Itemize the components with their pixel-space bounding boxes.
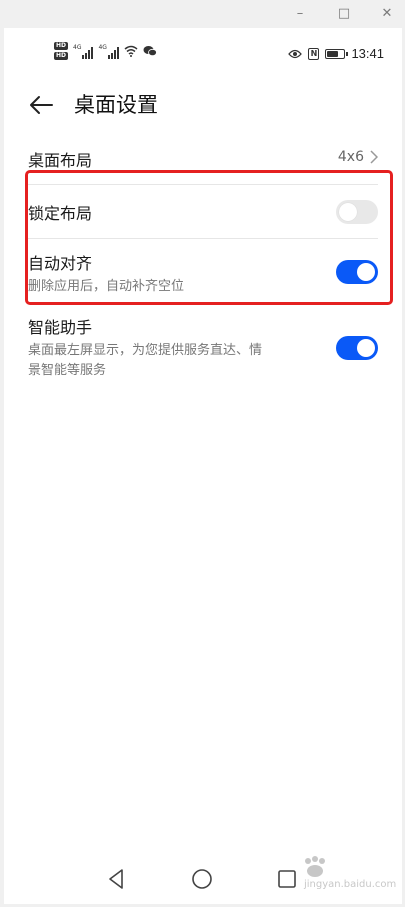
maximize-button[interactable]: □: [334, 4, 354, 24]
setting-smart-assistant[interactable]: 智能助手 桌面最左屏显示，为您提供服务直达、情 景智能等服务: [28, 314, 378, 384]
chevron-right-icon: [370, 150, 378, 164]
close-button[interactable]: ✕: [377, 4, 397, 24]
clock: 13:41: [351, 46, 384, 61]
layout-value: 4x6: [338, 149, 378, 165]
battery-level: [327, 50, 339, 57]
status-left: HD HD 4G 4G: [54, 42, 157, 60]
back-arrow-icon: [30, 96, 53, 114]
smart-assistant-toggle[interactable]: [336, 336, 378, 360]
phone-screen: HD HD 4G 4G N 13:41 桌面设置 桌面布局 4x6 锁定布局 自…: [4, 28, 402, 904]
subtitle-line: 景智能等服务: [28, 363, 107, 378]
page-header: 桌面设置: [4, 80, 402, 130]
setting-subtitle: 桌面最左屏显示，为您提供服务直达、情 景智能等服务: [28, 341, 348, 381]
layout-grid-value: 4x6: [337, 149, 364, 165]
status-bar: HD HD 4G 4G N 13:41: [4, 28, 402, 80]
home-circle-icon: [192, 869, 212, 889]
minimize-button[interactable]: –: [290, 4, 310, 24]
hd-icon: HD: [54, 52, 69, 60]
subtitle-line: 桌面最左屏显示，为您提供服务直达、情: [28, 343, 263, 358]
nav-recents-button[interactable]: [274, 866, 300, 892]
signal-icon: 4G: [73, 44, 94, 59]
window-title-bar: – □ ✕: [0, 0, 405, 28]
watermark-text: jingyan.baidu.com: [304, 879, 397, 890]
status-right: N 13:41: [288, 46, 384, 61]
battery-icon: [325, 48, 349, 59]
nav-back-button[interactable]: [104, 866, 130, 892]
nav-home-button[interactable]: [189, 866, 215, 892]
setting-title: 桌面布局: [28, 151, 93, 170]
eye-comfort-icon: [288, 49, 303, 58]
toggle-knob: [357, 339, 375, 357]
recents-square-icon: [278, 870, 296, 888]
hd-icon: HD: [54, 42, 69, 50]
highlight-annotation: [25, 170, 393, 305]
page-title: 桌面设置: [74, 93, 158, 117]
setting-title: 智能助手: [28, 318, 93, 337]
baidu-logo-icon: [305, 856, 325, 877]
wifi-icon: [124, 45, 138, 57]
nfc-icon: N: [308, 47, 320, 60]
triangle-back-icon: [109, 869, 123, 889]
back-button[interactable]: [26, 90, 56, 120]
signal-icon: 4G: [98, 44, 119, 59]
wechat-icon: [143, 46, 157, 57]
watermark: jingyan.baidu.com: [300, 855, 400, 901]
